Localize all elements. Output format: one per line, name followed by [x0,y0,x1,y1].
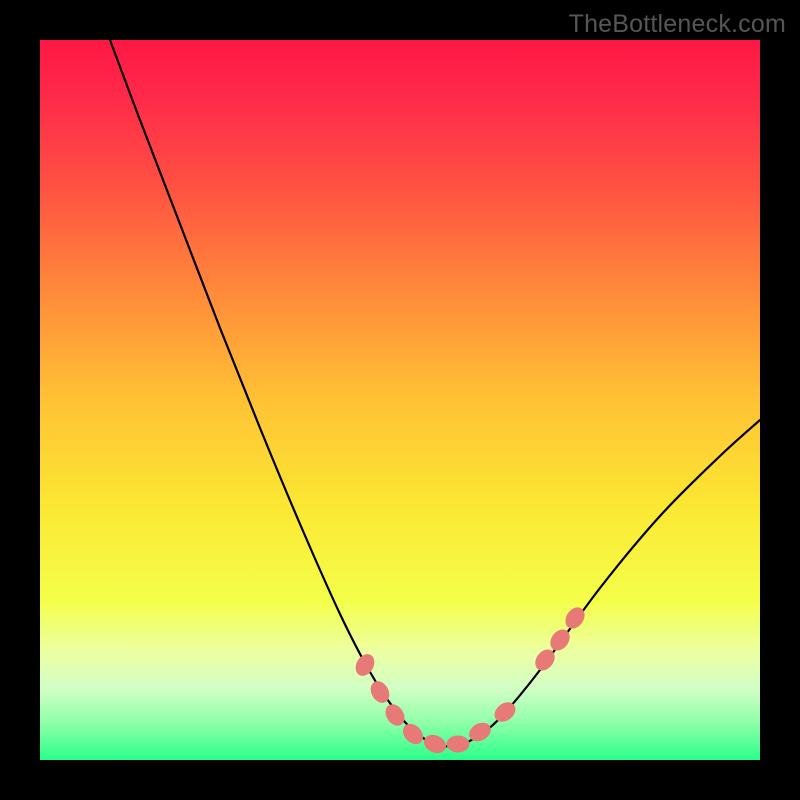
chart-frame: TheBottleneck.com [0,0,800,800]
curve-marker [399,720,427,748]
curve-marker [421,732,449,757]
curve-layer [40,40,760,760]
watermark-label: TheBottleneck.com [569,10,786,39]
curve-marker [382,701,409,730]
curve-marker [447,736,470,753]
curve-marker [352,651,378,679]
plot-area [40,40,760,760]
curve-markers [352,604,589,757]
bottleneck-curve [110,40,760,746]
